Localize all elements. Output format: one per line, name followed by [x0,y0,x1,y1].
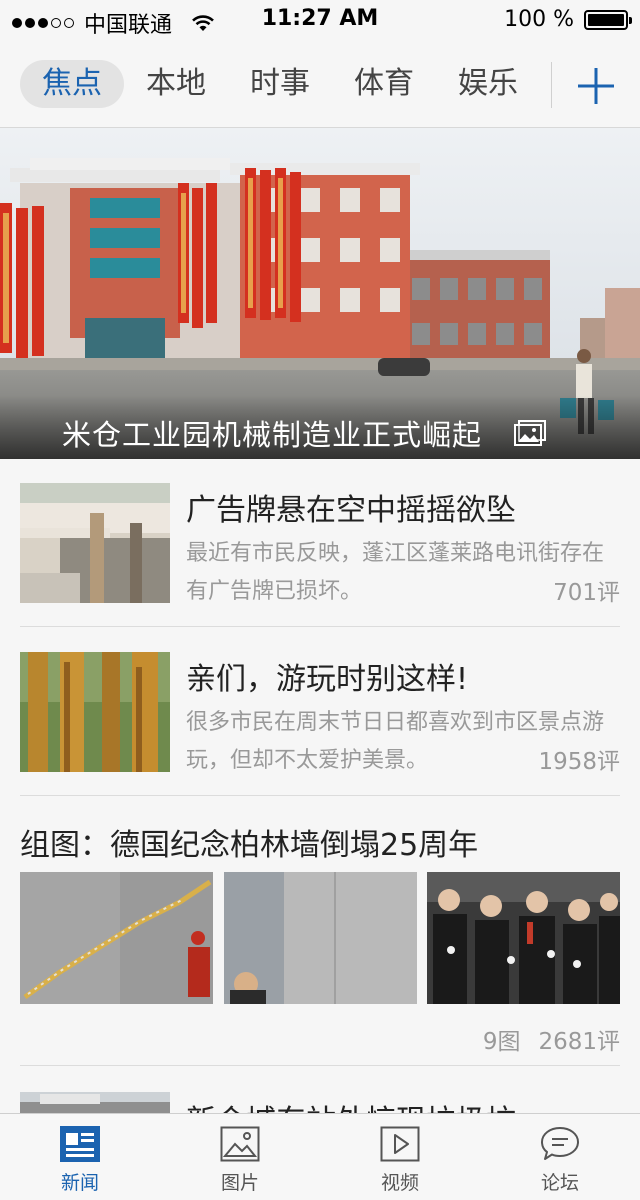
news-title: 广告牌悬在空中摇摇欲坠 [186,493,516,528]
comment-count: 1958评 [538,749,620,775]
tab-forum[interactable]: 论坛 [480,1114,640,1200]
battery-icon [584,9,632,30]
tab-news-label: 新闻 [60,1172,99,1194]
tab-images-label: 图片 [220,1172,259,1194]
gallery-photo [224,872,417,1004]
comment-count: 701评 [553,580,620,606]
tab-images[interactable]: 图片 [160,1114,320,1200]
bottom-tab-bar: 新闻 图片 视频 论坛 [0,1113,640,1200]
news-item[interactable]: 亲们，游玩时别这样! 很多市民在周末节日日都喜欢到市区景点游玩，但却不太爱护美景… [20,628,620,796]
channel-tabs: 焦点 本地 时事 体育 娱乐 [20,60,550,108]
news-item[interactable]: 广告牌悬在空中摇摇欲坠 最近有市民反映，蓬江区蓬莱路电讯街存在有广告牌已损坏。 … [20,459,620,627]
tabs-fade [520,60,552,108]
news-title: 亲们，游玩时别这样! [186,662,469,697]
tab-current-affairs[interactable]: 时事 [228,60,332,108]
tab-local[interactable]: 本地 [124,60,228,108]
gallery-title: 组图：德国纪念柏林墙倒塌25周年 [20,828,479,863]
tabs-divider [551,62,552,108]
news-thumbnail [20,652,170,772]
image-icon [220,1126,260,1162]
photo-gallery-item[interactable]: 组图：德国纪念柏林墙倒塌25周年 9图 2681评 [20,796,620,1066]
channel-bar: 焦点 本地 时事 体育 娱乐 [0,40,640,128]
hero-banner[interactable]: 米仓工业园机械制造业正式崛起 [0,128,640,459]
video-play-icon [380,1126,420,1162]
add-channel-button[interactable] [574,64,618,108]
battery-percent: 100 % [504,7,574,32]
tab-forum-label: 论坛 [540,1172,579,1194]
chat-bubble-icon [541,1127,579,1160]
tab-video-label: 视频 [380,1172,419,1194]
hero-title: 米仓工业园机械制造业正式崛起 [62,418,483,452]
status-bar: 中国联通 11:27 AM 100 % [0,0,640,40]
tab-sports[interactable]: 体育 [332,60,436,108]
photo-count: 9图 [482,1029,521,1055]
gallery-meta: 9图 2681评 [465,1022,620,1056]
tab-news[interactable]: 新闻 [0,1114,160,1200]
gallery-photo [20,872,213,1004]
tab-video[interactable]: 视频 [320,1114,480,1200]
tab-focus[interactable]: 焦点 [20,60,124,108]
plus-icon [578,68,614,104]
comment-count: 2681评 [538,1029,620,1055]
gallery-photo [427,872,620,1004]
news-thumbnail [20,483,170,603]
news-icon [60,1126,100,1162]
